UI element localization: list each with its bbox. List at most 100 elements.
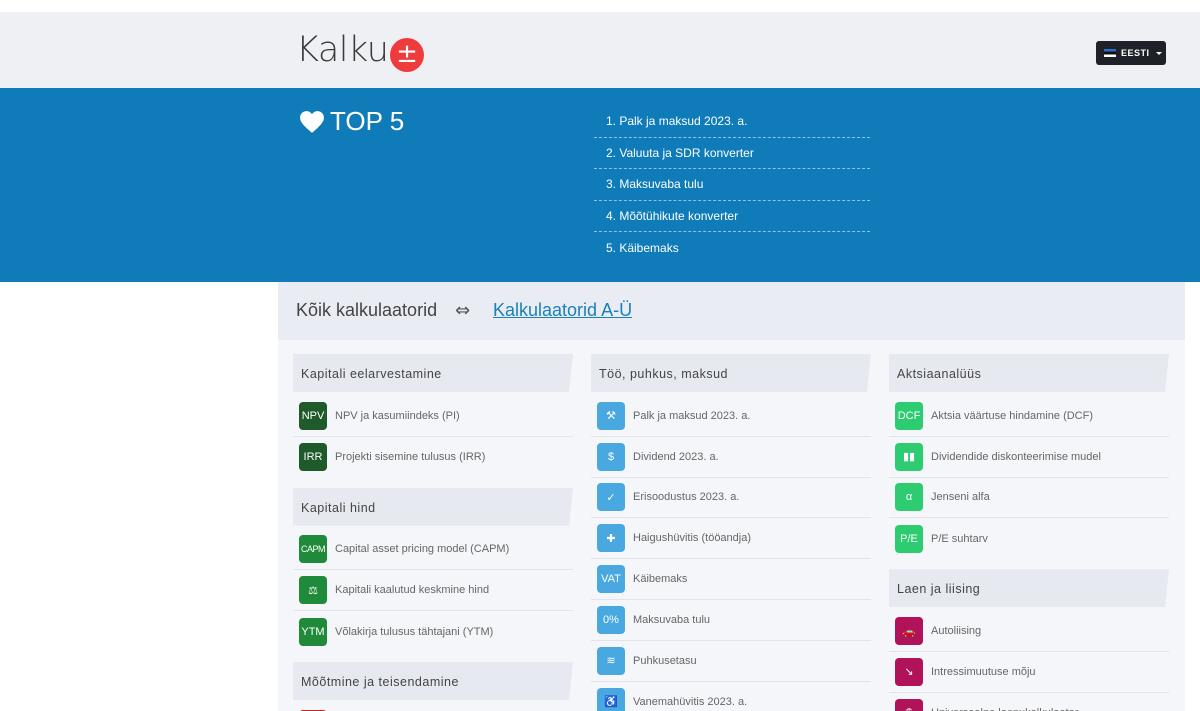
calculator-label: Kapitali kaalutud keskmine hind — [335, 584, 490, 597]
calculator-label: Haigushüvitis (tööandja) — [633, 532, 752, 545]
calculator-item[interactable]: CAPM Capital asset pricing model (CAPM) — [293, 530, 573, 571]
calculator-item[interactable]: ↘ Intressimuutuse mõju — [889, 652, 1169, 693]
column-right: Aktsiaanalüüs DCF Aktsia väärtuse hindamin… — [889, 354, 1169, 711]
calculator-label: Maksuvaba tulu — [633, 613, 711, 626]
calculator-item[interactable]: ✓ Erisoodustus 2023. a. — [591, 478, 871, 519]
calculator-label: Käibemaks — [633, 573, 688, 586]
heart-icon — [300, 110, 324, 133]
calculator-label: Erisoodustus 2023. a. — [633, 491, 740, 504]
calculator-item[interactable]: DCF Aktsia väärtuse hindamine (DCF) — [889, 396, 1169, 437]
calculator-label: Dividend 2023. a. — [633, 450, 719, 463]
category-title: Mõõtmine ja teisendamine — [301, 674, 459, 689]
calculator-item[interactable]: α Jenseni alfa — [889, 478, 1169, 519]
top5-item[interactable]: 2. Valuuta ja SDR konverter — [594, 138, 870, 170]
estonian-flag-icon — [1104, 49, 1116, 57]
calculator-icon: 0% — [597, 605, 625, 634]
calculator-list: DCF Aktsia väärtuse hindamine (DCF) ▮▮ Divi… — [889, 396, 1169, 559]
category-title: Kapitali hind — [301, 500, 376, 515]
category-title: Töö, puhkus, maksud — [599, 367, 729, 381]
top5-heading: TOP 5 — [299, 106, 404, 137]
category-header: Mõõtmine ja teisendamine — [293, 661, 573, 700]
category-header: Aktsiaanalüüs — [889, 354, 1169, 392]
calculator-label: Jenseni alfa — [931, 491, 990, 504]
calculator-item[interactable]: NPV NPV ja kasumiindeks (PI) — [293, 396, 573, 437]
top5-item[interactable]: 4. Mõõtühikute konverter — [594, 201, 870, 233]
calculator-icon: α — [895, 483, 923, 512]
calculator-label: Autoliising — [931, 625, 982, 638]
calculator-label: Puhkusetasu — [633, 654, 697, 667]
calculator-icon: ▮▮ — [895, 442, 923, 471]
calculator-icon: P/E — [895, 524, 923, 553]
calculator-item[interactable]: IRR Projekti sisemine tulusus (IRR) — [293, 437, 573, 478]
calculator-icon: ⚒ — [597, 401, 625, 430]
calculator-label: Võlakirja tulusus tähtajani (YTM) — [335, 625, 494, 638]
language-dropdown-button[interactable]: EESTI — [1096, 41, 1166, 65]
category-title: Laen ja liising — [897, 582, 981, 597]
top5-item[interactable]: 5. Käibemaks — [594, 232, 870, 264]
category-title: Kapitali eelarvestamine — [301, 367, 442, 381]
logo-text[interactable]: Kalku — [296, 30, 389, 70]
calculator-item[interactable]: ≋ Puhkusetasu — [591, 641, 871, 682]
calculator-list — [293, 704, 573, 711]
calculator-label: Palk ja maksud 2023. a. — [633, 409, 751, 422]
calculator-item[interactable]: 🚗 Autoliising — [889, 611, 1169, 652]
calculator-icon: ✓ — [597, 483, 625, 512]
logo-plus-minus-icon[interactable]: ± — [390, 38, 424, 72]
calculator-item[interactable]: $ Dividend 2023. a. — [591, 437, 871, 478]
calculator-list: NPV NPV ja kasumiindeks (PI) IRR Projekti s… — [293, 396, 573, 478]
top5-title: TOP 5 — [330, 106, 405, 136]
tab-all-calculators[interactable]: Kõik kalkulaatorid — [296, 300, 437, 321]
calculator-icon: $ — [597, 442, 625, 471]
language-label: EESTI — [1121, 48, 1150, 58]
calculator-icon: CAPM — [299, 535, 327, 564]
calculator-label: P/E suhtarv — [931, 532, 988, 545]
column-left: Kapitali eelarvestamine NPV NPV ja kasumii… — [293, 354, 573, 711]
category-header: Kapitali hind — [293, 487, 573, 526]
calculator-label: Projekti sisemine tulusus (IRR) — [335, 451, 486, 464]
calculator-item[interactable] — [293, 704, 573, 711]
calculator-icon: ⚖ — [299, 576, 327, 605]
calculator-item[interactable]: ♿ Vanemahüvitis 2023. a. — [591, 682, 871, 711]
calculator-item[interactable]: 0% Maksuvaba tulu — [591, 600, 871, 641]
calculator-list: CAPM Capital asset pricing model (CAPM) ⚖ K… — [293, 530, 573, 652]
calculator-item[interactable]: ⚖ Kapitali kaalutud keskmine hind — [293, 570, 573, 612]
calculator-item[interactable]: VAT Käibemaks — [591, 559, 871, 600]
calculator-icon: DCF — [895, 401, 923, 430]
calculator-label: Aktsia väärtuse hindamine (DCF) — [931, 409, 1094, 422]
calculator-label: Dividendide diskonteerimise mudel — [931, 450, 1101, 463]
calculator-label: Capital asset pricing model (CAPM) — [335, 543, 510, 556]
calculator-item[interactable]: ✚ Haigushüvitis (tööandja) — [591, 518, 871, 560]
top5-list: 1. Palk ja maksud 2023. a. 2. Valuuta ja… — [594, 106, 870, 264]
caret-down-icon — [1155, 51, 1162, 55]
calculator-label: Intressimuutuse mõju — [931, 665, 1036, 678]
calculator-label: Vanemahüvitis 2023. a. — [633, 695, 748, 708]
calculator-icon: ≋ — [597, 646, 625, 675]
calculator-icon: VAT — [597, 565, 625, 594]
calculator-icon: ✚ — [597, 524, 625, 553]
top5-item[interactable]: 3. Maksuvaba tulu — [594, 169, 870, 201]
top-strip — [0, 0, 1200, 12]
category-title: Aktsiaanalüüs — [897, 367, 982, 381]
calculator-label: NPV ja kasumiindeks (PI) — [335, 409, 460, 422]
calculator-icon: $ — [895, 699, 923, 711]
category-header: Kapitali eelarvestamine — [293, 354, 573, 392]
swap-arrow-icon: ⇔ — [455, 300, 471, 321]
column-middle: Töö, puhkus, maksud ⚒ Palk ja maksud 2023.… — [591, 354, 871, 711]
site-header — [0, 12, 1200, 88]
calculator-icon: YTM — [299, 617, 327, 646]
calculator-item[interactable]: ⚒ Palk ja maksud 2023. a. — [591, 396, 871, 437]
top5-item[interactable]: 1. Palk ja maksud 2023. a. — [594, 106, 870, 138]
calculator-icon: NPV — [299, 401, 327, 430]
category-header: Töö, puhkus, maksud — [591, 354, 871, 392]
calculator-item[interactable]: $ Universaalne laenukalkulaator — [889, 693, 1169, 711]
calculator-icon: 🚗 — [895, 617, 923, 646]
calculator-list: ⚒ Palk ja maksud 2023. a. $ Dividend 2023. … — [591, 396, 871, 711]
calculator-item[interactable]: YTM Võlakirja tulusus tähtajani (YTM) — [293, 611, 573, 652]
calculator-item[interactable]: P/E P/E suhtarv — [889, 518, 1169, 559]
calculator-item[interactable]: ▮▮ Dividendide diskonteerimise mudel — [889, 437, 1169, 478]
tab-calculators-a-z[interactable]: Kalkulaatorid A-Ü — [493, 300, 632, 321]
calculator-icon: ♿ — [597, 687, 625, 711]
